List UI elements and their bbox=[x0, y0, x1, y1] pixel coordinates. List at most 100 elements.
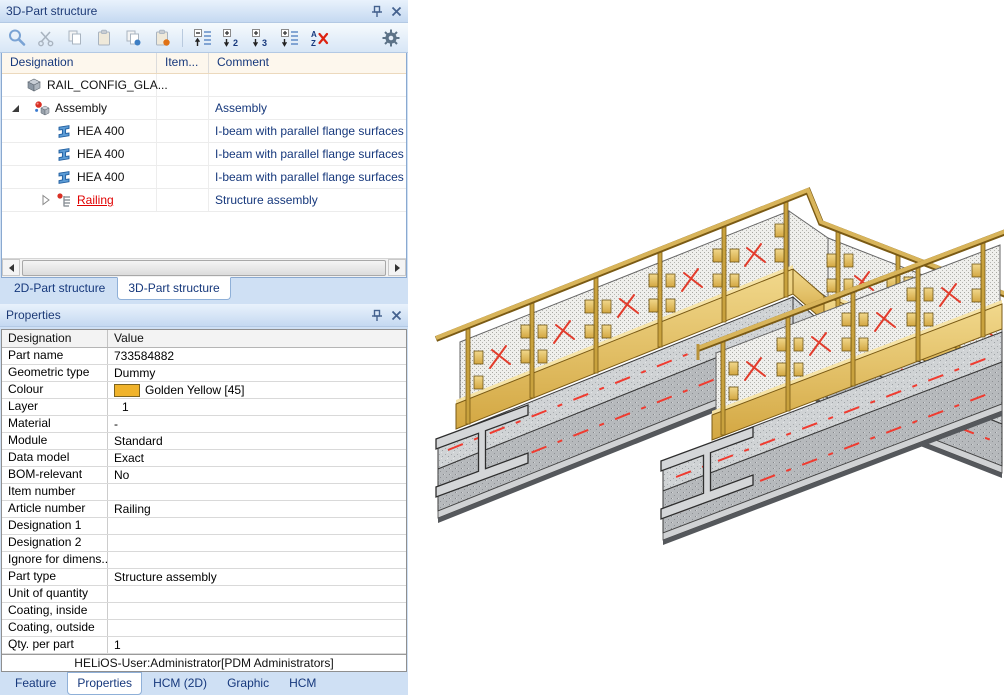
part-label: RAIL_CONFIG_GLA... bbox=[47, 78, 168, 92]
settings-button[interactable] bbox=[380, 27, 402, 49]
expand-all-button[interactable] bbox=[279, 27, 301, 49]
part-comment: I-beam with parallel flange surfaces bbox=[209, 170, 406, 184]
prop-row-part-name[interactable]: Part name733584882 bbox=[2, 348, 406, 365]
tree-row-hea[interactable]: HEA 400 I-beam with parallel flange surf… bbox=[2, 120, 406, 143]
part-structure-tree: Designation Item... Comment RAIL_CONFIG_… bbox=[1, 53, 407, 278]
prop-row-qty-per-part[interactable]: Qty. per part1 bbox=[2, 637, 406, 654]
tab-graphic[interactable]: Graphic bbox=[218, 673, 278, 694]
3d-viewport[interactable] bbox=[408, 0, 1004, 679]
panel-title: 3D-Part structure bbox=[6, 4, 371, 18]
properties-titlebar: Properties bbox=[0, 304, 408, 327]
col-item[interactable]: Item... bbox=[157, 53, 209, 73]
tree-empty-area bbox=[2, 212, 406, 258]
expand-all-icon bbox=[280, 28, 300, 48]
prop-row-designation-1[interactable]: Designation 1 bbox=[2, 518, 406, 535]
properties-panel: Properties Designation Value Part name73… bbox=[0, 304, 408, 672]
tab-hcm-2d[interactable]: HCM (2D) bbox=[144, 673, 216, 694]
prop-row-data-model[interactable]: Data modelExact bbox=[2, 450, 406, 467]
copy-icon bbox=[66, 29, 84, 47]
prop-row-coating-outside[interactable]: Coating, outside bbox=[2, 620, 406, 637]
railing-model-rendering bbox=[408, 0, 1004, 679]
pin-icon[interactable] bbox=[371, 309, 383, 322]
scroll-left-icon[interactable] bbox=[2, 259, 20, 276]
scrollbar-thumb[interactable] bbox=[22, 260, 386, 276]
docking-panels: 3D-Part structure 2 3 AZ bbox=[0, 0, 408, 679]
i-beam-icon bbox=[56, 169, 72, 185]
tree-header[interactable]: Designation Item... Comment bbox=[2, 53, 406, 74]
tree-row-config[interactable]: RAIL_CONFIG_GLA... bbox=[2, 74, 406, 97]
part-comment: I-beam with parallel flange surfaces bbox=[209, 124, 406, 138]
assembly-icon bbox=[34, 100, 50, 116]
close-icon[interactable] bbox=[391, 310, 402, 321]
col-designation: Designation bbox=[2, 330, 108, 347]
search-button[interactable] bbox=[6, 27, 28, 49]
part-label: HEA 400 bbox=[77, 147, 124, 161]
bottom-tab-bar: Feature Properties HCM (2D) Graphic HCM bbox=[0, 672, 408, 695]
scissors-icon bbox=[37, 29, 55, 47]
part-label: Assembly bbox=[55, 101, 107, 115]
tab-3d-part-structure[interactable]: 3D-Part structure bbox=[117, 277, 230, 300]
prop-row-item-number[interactable]: Item number bbox=[2, 484, 406, 501]
prop-row-part-type[interactable]: Part typeStructure assembly bbox=[2, 569, 406, 586]
prop-row-coating-inside[interactable]: Coating, inside bbox=[2, 603, 406, 620]
pin-icon[interactable] bbox=[371, 5, 383, 18]
tab-properties[interactable]: Properties bbox=[67, 672, 142, 695]
prop-row-article-number[interactable]: Article numberRailing bbox=[2, 501, 406, 518]
prop-row-module[interactable]: ModuleStandard bbox=[2, 433, 406, 450]
copy-with-parts-button[interactable] bbox=[122, 27, 144, 49]
collapse-all-button[interactable] bbox=[192, 27, 214, 49]
tab-feature[interactable]: Feature bbox=[6, 673, 65, 694]
col-comment[interactable]: Comment bbox=[209, 53, 406, 73]
toolbar-separator bbox=[182, 29, 183, 47]
part-comment: Assembly bbox=[209, 101, 406, 115]
col-designation[interactable]: Designation bbox=[2, 53, 157, 73]
hicad-window: 3D-Part structure 2 3 AZ bbox=[0, 0, 1004, 679]
paste-with-parts-button[interactable] bbox=[151, 27, 173, 49]
paste-button[interactable] bbox=[93, 27, 115, 49]
tree-row-railing[interactable]: Railing Structure assembly bbox=[2, 189, 406, 212]
copy-button[interactable] bbox=[64, 27, 86, 49]
close-icon[interactable] bbox=[391, 6, 402, 17]
part-comment: I-beam with parallel flange surfaces bbox=[209, 147, 406, 161]
part-comment: Structure assembly bbox=[209, 193, 406, 207]
collapsed-arrow-icon bbox=[38, 192, 52, 208]
railing-assembly bbox=[436, 190, 1004, 545]
part-label: HEA 400 bbox=[77, 170, 124, 184]
prop-row-layer[interactable]: Layer1 bbox=[2, 399, 406, 416]
expand-level3-button[interactable]: 3 bbox=[250, 27, 272, 49]
search-icon bbox=[12, 32, 18, 38]
tab-2d-part-structure[interactable]: 2D-Part structure bbox=[4, 278, 115, 299]
tree-horizontal-scrollbar[interactable] bbox=[2, 258, 406, 277]
tree-row-assembly[interactable]: Assembly Assembly bbox=[2, 97, 406, 120]
sort-az-off-icon: AZ bbox=[309, 28, 329, 48]
part-structure-toolbar: 2 3 AZ bbox=[0, 23, 408, 53]
prop-row-designation-2[interactable]: Designation 2 bbox=[2, 535, 406, 552]
scroll-right-icon[interactable] bbox=[388, 259, 406, 276]
svg-text:2: 2 bbox=[233, 38, 238, 48]
prop-row-material[interactable]: Material- bbox=[2, 416, 406, 433]
panel-title: Properties bbox=[6, 308, 371, 322]
svg-text:A: A bbox=[311, 30, 317, 39]
cut-button[interactable] bbox=[35, 27, 57, 49]
svg-text:Z: Z bbox=[311, 39, 316, 48]
prop-row-colour[interactable]: ColourGolden Yellow [45] bbox=[2, 382, 406, 399]
sort-off-button[interactable]: AZ bbox=[308, 27, 330, 49]
properties-table: Designation Value Part name733584882 Geo… bbox=[1, 329, 407, 672]
part-label: HEA 400 bbox=[77, 124, 124, 138]
expand-level3-icon: 3 bbox=[251, 28, 271, 48]
prop-row-ignore-dimension[interactable]: Ignore for dimens... bbox=[2, 552, 406, 569]
config-box-icon bbox=[26, 77, 42, 93]
collapse-all-icon bbox=[193, 28, 213, 48]
expand-level2-button[interactable]: 2 bbox=[221, 27, 243, 49]
tree-row-hea[interactable]: HEA 400 I-beam with parallel flange surf… bbox=[2, 166, 406, 189]
i-beam-icon bbox=[56, 123, 72, 139]
expanded-arrow-icon bbox=[8, 100, 22, 116]
prop-row-bom-relevant[interactable]: BOM-relevantNo bbox=[2, 467, 406, 484]
properties-header: Designation Value bbox=[2, 330, 406, 348]
col-value: Value bbox=[108, 330, 406, 347]
prop-row-geometric-type[interactable]: Geometric typeDummy bbox=[2, 365, 406, 382]
svg-text:3: 3 bbox=[262, 38, 267, 48]
tree-row-hea[interactable]: HEA 400 I-beam with parallel flange surf… bbox=[2, 143, 406, 166]
tab-hcm[interactable]: HCM bbox=[280, 673, 325, 694]
prop-row-unit-of-quantity[interactable]: Unit of quantity bbox=[2, 586, 406, 603]
